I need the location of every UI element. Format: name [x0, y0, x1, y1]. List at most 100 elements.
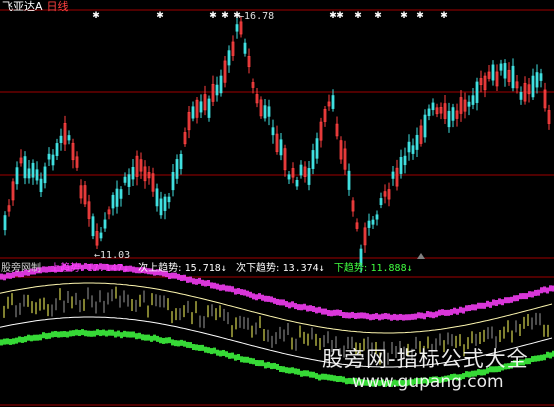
low-price-value: 11.03 [100, 250, 131, 261]
lower-trend-band [543, 354, 546, 361]
upper-trend-band [252, 293, 255, 300]
upper-trend-band [357, 312, 360, 319]
lower-trend-band [168, 337, 171, 344]
upper-trend-band [285, 301, 288, 308]
legend-sub-lower-trend: 次下趋势: 13.374↓ [236, 262, 325, 276]
upper-trend-band [453, 307, 456, 314]
upper-trend-band [222, 284, 225, 291]
upper-trend-band [213, 282, 216, 289]
upper-trend-band [441, 309, 444, 316]
upper-trend-band [369, 314, 372, 321]
candle-body [471, 95, 475, 105]
legend-sub-upper-trend: 次上趋势: 15.718↓ [138, 262, 227, 276]
upper-trend-band [312, 305, 315, 312]
candle-body [67, 135, 71, 141]
upper-trend-band [231, 286, 234, 293]
candle-body [243, 42, 247, 54]
lower-trend-band [336, 376, 339, 383]
lower-trend-band [54, 330, 57, 337]
signal-marker: ✱ [209, 11, 217, 21]
upper-trend-band [261, 294, 264, 301]
candle-body [119, 189, 123, 199]
upper-trend-band [504, 297, 507, 304]
signal-marker: ✱ [336, 11, 344, 21]
signal-marker: ✱ [156, 11, 164, 21]
lower-trend-band [45, 333, 48, 340]
lower-trend-band [234, 354, 237, 361]
lower-trend-band [105, 330, 108, 337]
lower-trend-band [240, 356, 243, 363]
lower-trend-band [150, 335, 153, 342]
upper-trend-band [297, 304, 300, 311]
lower-trend-band [318, 374, 321, 381]
lower-trend-band [279, 366, 282, 373]
candle-body [315, 138, 319, 159]
candle-body [215, 84, 219, 96]
upper-trend-band [387, 313, 390, 320]
lower-trend-band [321, 373, 324, 380]
upper-trend-band [429, 311, 432, 318]
candle-body [175, 159, 179, 179]
lower-trend-band [42, 332, 45, 339]
lower-trend-band [78, 330, 81, 337]
upper-trend-band [204, 280, 207, 287]
candle-body [51, 154, 55, 166]
lower-trend-band [252, 358, 255, 365]
upper-trend-band [192, 278, 195, 285]
upper-trend-band [306, 305, 309, 312]
lower-trend-band [546, 351, 549, 358]
candle-body [123, 176, 127, 183]
lower-trend-band [108, 329, 111, 336]
lower-trend-band [276, 363, 279, 370]
candle-body [167, 196, 171, 203]
candle-body [331, 95, 335, 109]
lower-trend-band [57, 331, 60, 338]
lower-trend-band [159, 337, 162, 344]
candle-body [39, 178, 43, 193]
lower-trend-band [315, 373, 318, 380]
upper-trend-band [300, 304, 303, 311]
upper-trend-band [483, 302, 486, 309]
candle-body [271, 127, 275, 136]
upper-trend-band [348, 312, 351, 319]
upper-trend-band [525, 293, 528, 300]
lower-trend-band [264, 362, 267, 369]
lower-trend-band [303, 370, 306, 377]
lower-trend-band [99, 330, 102, 337]
lower-trend-band [120, 332, 123, 339]
candle-body [199, 101, 203, 113]
legend-label: 下趋势: [333, 263, 368, 274]
upper-trend-band [528, 291, 531, 298]
upper-trend-band [492, 299, 495, 306]
upper-trend-band [465, 305, 468, 312]
upper-trend-band [513, 295, 516, 302]
candle-body [219, 75, 223, 94]
upper-trend-band [366, 313, 369, 320]
candle-body [3, 215, 7, 231]
candle-body [295, 179, 299, 187]
stock-name: 飞亚达A [2, 0, 43, 13]
lower-trend-band [6, 338, 9, 345]
candle-body [23, 156, 27, 179]
upper-trend-band [303, 303, 306, 310]
lower-trend-band [216, 349, 219, 356]
lower-trend-band [165, 337, 168, 344]
signal-marker: ✱ [374, 11, 382, 21]
upper-trend-band [291, 301, 294, 308]
upper-trend-band [240, 289, 243, 296]
upper-trend-band [393, 313, 396, 320]
upper-trend-band [276, 298, 279, 305]
upper-trend-band [522, 293, 525, 300]
upper-trend-band [516, 295, 519, 302]
lower-trend-band [183, 340, 186, 347]
candle-body [415, 134, 419, 150]
candle-body [235, 24, 239, 32]
candle-body [447, 110, 451, 128]
watermark-url: www.gupang.com [352, 372, 504, 392]
lower-trend-band [237, 354, 240, 361]
lower-trend-band [30, 335, 33, 342]
upper-trend-band [186, 276, 189, 283]
lower-trend-band [129, 331, 132, 338]
candle-body [347, 170, 351, 190]
candle-body [179, 154, 183, 170]
